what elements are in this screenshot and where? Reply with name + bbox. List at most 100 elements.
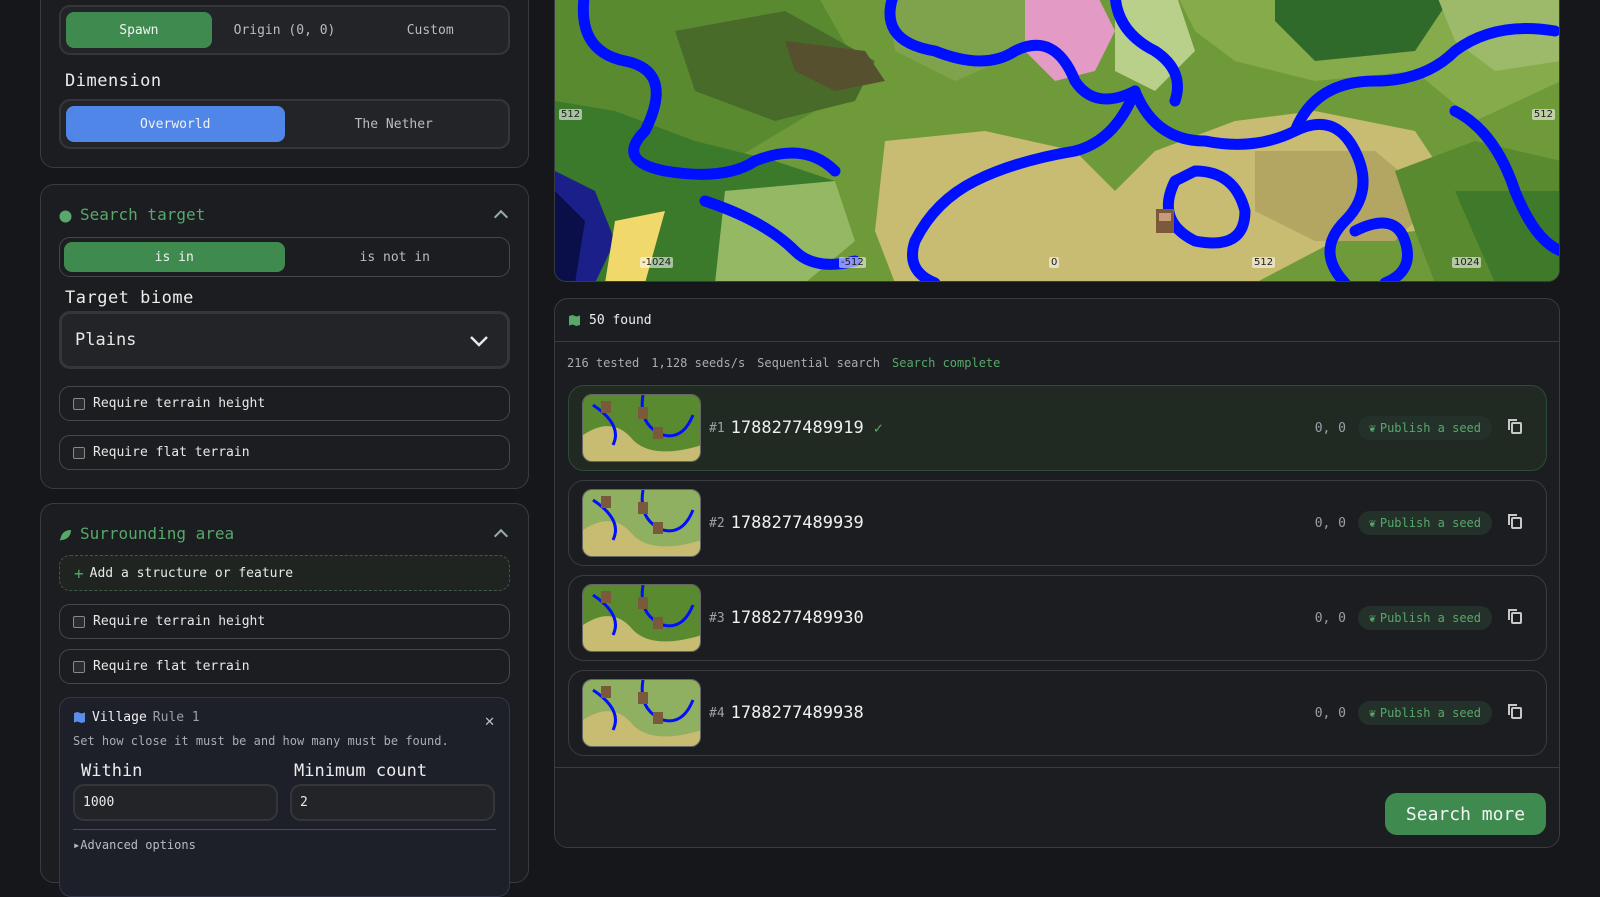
search-target-header[interactable]: Search target: [59, 203, 510, 225]
copy-icon[interactable]: [1508, 419, 1522, 434]
dimension-label: Dimension: [65, 71, 162, 91]
checkbox-box[interactable]: [73, 446, 85, 459]
surrounding-require-flat-terrain-checkbox[interactable]: Require flat terrain: [59, 649, 510, 684]
origin-option-custom[interactable]: Custom: [357, 12, 503, 48]
sprout-icon: ❦: [1368, 516, 1376, 530]
checkbox-label: Require flat terrain: [93, 445, 250, 460]
search-target-title: Search target: [80, 204, 206, 224]
plus-icon: +: [74, 563, 84, 583]
checkmark-icon: ✓: [873, 419, 883, 437]
results-found-count: 50 found: [589, 312, 652, 328]
seed-value[interactable]: 1788277489939: [731, 513, 864, 533]
origin-selector: Spawn Origin (0, 0) Custom: [59, 5, 510, 55]
remove-rule-close-icon[interactable]: ✕: [484, 715, 495, 730]
collapse-chevron-icon[interactable]: [493, 528, 509, 543]
copy-icon[interactable]: [1508, 704, 1522, 719]
publish-seed-button[interactable]: ❦ Publish a seed: [1357, 416, 1492, 440]
publish-seed-label: Publish a seed: [1379, 516, 1481, 530]
checkbox-box[interactable]: [73, 615, 85, 628]
add-structure-label: Add a structure or feature: [89, 565, 294, 581]
checkbox-box[interactable]: [73, 397, 85, 410]
target-mode-selector: is in is not in: [59, 237, 510, 277]
add-structure-button[interactable]: + Add a structure or feature: [59, 555, 510, 591]
seed-rank: #2: [709, 515, 725, 531]
search-target-panel: Search target is in is not in Target bio…: [40, 184, 529, 489]
checkbox-label: Require terrain height: [93, 396, 266, 411]
search-status: Search complete: [892, 356, 1001, 370]
rule-description: Set how close it must be and how many mu…: [73, 734, 449, 748]
collapse-chevron-icon[interactable]: [493, 209, 509, 224]
within-label: Within: [81, 761, 143, 781]
seed-thumbnail[interactable]: [582, 394, 701, 462]
publish-seed-label: Publish a seed: [1379, 706, 1481, 720]
seed-rank: #3: [709, 610, 725, 626]
publish-seed-label: Publish a seed: [1379, 421, 1481, 435]
seed-value[interactable]: 1788277489938: [731, 703, 864, 723]
rule-structure-name: Village: [92, 710, 147, 725]
min-count-value: 2: [300, 795, 308, 810]
seed-value[interactable]: 1788277489930: [731, 608, 864, 628]
origin-option-origin[interactable]: Origin (0, 0): [212, 12, 358, 48]
publish-seed-button[interactable]: ❦ Publish a seed: [1357, 701, 1492, 725]
map-x-tick: 0: [1049, 257, 1060, 268]
dimension-option-overworld[interactable]: Overworld: [66, 106, 285, 142]
surrounding-area-title: Surrounding area: [80, 523, 235, 543]
surrounding-area-header[interactable]: Surrounding area: [59, 522, 510, 544]
sprout-icon: ❦: [1368, 611, 1376, 625]
seed-thumbnail[interactable]: [582, 489, 701, 557]
seed-thumbnail[interactable]: [582, 679, 701, 747]
target-biome-label: Target biome: [65, 288, 194, 308]
require-flat-terrain-checkbox[interactable]: Require flat terrain: [59, 435, 510, 470]
map-x-tick: -1024: [640, 257, 674, 268]
sprout-icon: ❦: [1368, 706, 1376, 720]
map-icon: [569, 314, 580, 326]
table-row[interactable]: #1 1788277489919 ✓ 0, 0 ❦ Publish a seed: [568, 385, 1547, 471]
require-terrain-height-checkbox[interactable]: Require terrain height: [59, 386, 510, 421]
rule-divider: [73, 829, 496, 830]
advanced-options-toggle[interactable]: ▸Advanced options: [73, 838, 196, 852]
mode-option-is-in[interactable]: is in: [64, 242, 285, 272]
sprout-icon: ❦: [1368, 421, 1376, 435]
results-stats: 216 tested 1,128 seeds/s Sequential sear…: [567, 356, 1000, 370]
dimension-selector: Overworld The Nether: [59, 99, 510, 149]
compass-icon: [59, 208, 72, 222]
results-header: 50 found: [555, 299, 1559, 342]
biome-select[interactable]: Plains: [59, 311, 510, 369]
within-input[interactable]: 1000: [73, 784, 278, 821]
copy-icon[interactable]: [1508, 609, 1522, 624]
table-row[interactable]: #2 1788277489939 0, 0 ❦ Publish a seed: [568, 480, 1547, 566]
search-more-button[interactable]: Search more: [1385, 793, 1546, 835]
table-row[interactable]: #4 1788277489938 0, 0 ❦ Publish a seed: [568, 670, 1547, 756]
biome-map[interactable]: -1024 -512 0 512 1024 512 512: [554, 0, 1560, 282]
map-x-tick: -512: [839, 257, 866, 268]
within-value: 1000: [83, 795, 115, 810]
results-panel: 50 found 216 tested 1,128 seeds/s Sequen…: [554, 298, 1560, 848]
dimension-option-nether[interactable]: The Nether: [285, 106, 504, 142]
checkbox-box[interactable]: [73, 660, 85, 673]
min-count-input[interactable]: 2: [290, 784, 495, 821]
checkbox-label: Require terrain height: [93, 614, 266, 629]
advanced-options-label: Advanced options: [80, 838, 196, 852]
origin-option-spawn[interactable]: Spawn: [66, 12, 212, 48]
min-count-label: Minimum count: [294, 761, 428, 781]
surrounding-require-terrain-height-checkbox[interactable]: Require terrain height: [59, 604, 510, 639]
surrounding-area-panel: Surrounding area + Add a structure or fe…: [40, 503, 529, 897]
village-rule-card: Village Rule 1 ✕ Set how close it must b…: [59, 697, 510, 897]
tested-count: 216 tested: [567, 356, 640, 370]
mode-option-is-not-in[interactable]: is not in: [285, 242, 506, 272]
table-row[interactable]: #3 1788277489930 0, 0 ❦ Publish a seed: [568, 575, 1547, 661]
map-y-tick-right: 512: [1531, 109, 1555, 120]
seed-thumbnail[interactable]: [582, 584, 701, 652]
publish-seed-button[interactable]: ❦ Publish a seed: [1357, 606, 1492, 630]
chevron-down-icon: [470, 336, 488, 347]
search-mode: Sequential search: [757, 356, 880, 370]
publish-seed-button[interactable]: ❦ Publish a seed: [1357, 511, 1492, 535]
rule-tag: Rule 1: [152, 710, 200, 725]
location-panel: Spawn Origin (0, 0) Custom Dimension Ove…: [40, 0, 529, 168]
seed-value[interactable]: 1788277489919: [731, 418, 864, 438]
seed-coords: 0, 0: [1314, 705, 1346, 721]
biome-map-canvas[interactable]: [555, 0, 1560, 282]
biome-select-value: Plains: [75, 330, 137, 350]
copy-icon[interactable]: [1508, 514, 1522, 529]
seed-coords: 0, 0: [1314, 515, 1346, 531]
